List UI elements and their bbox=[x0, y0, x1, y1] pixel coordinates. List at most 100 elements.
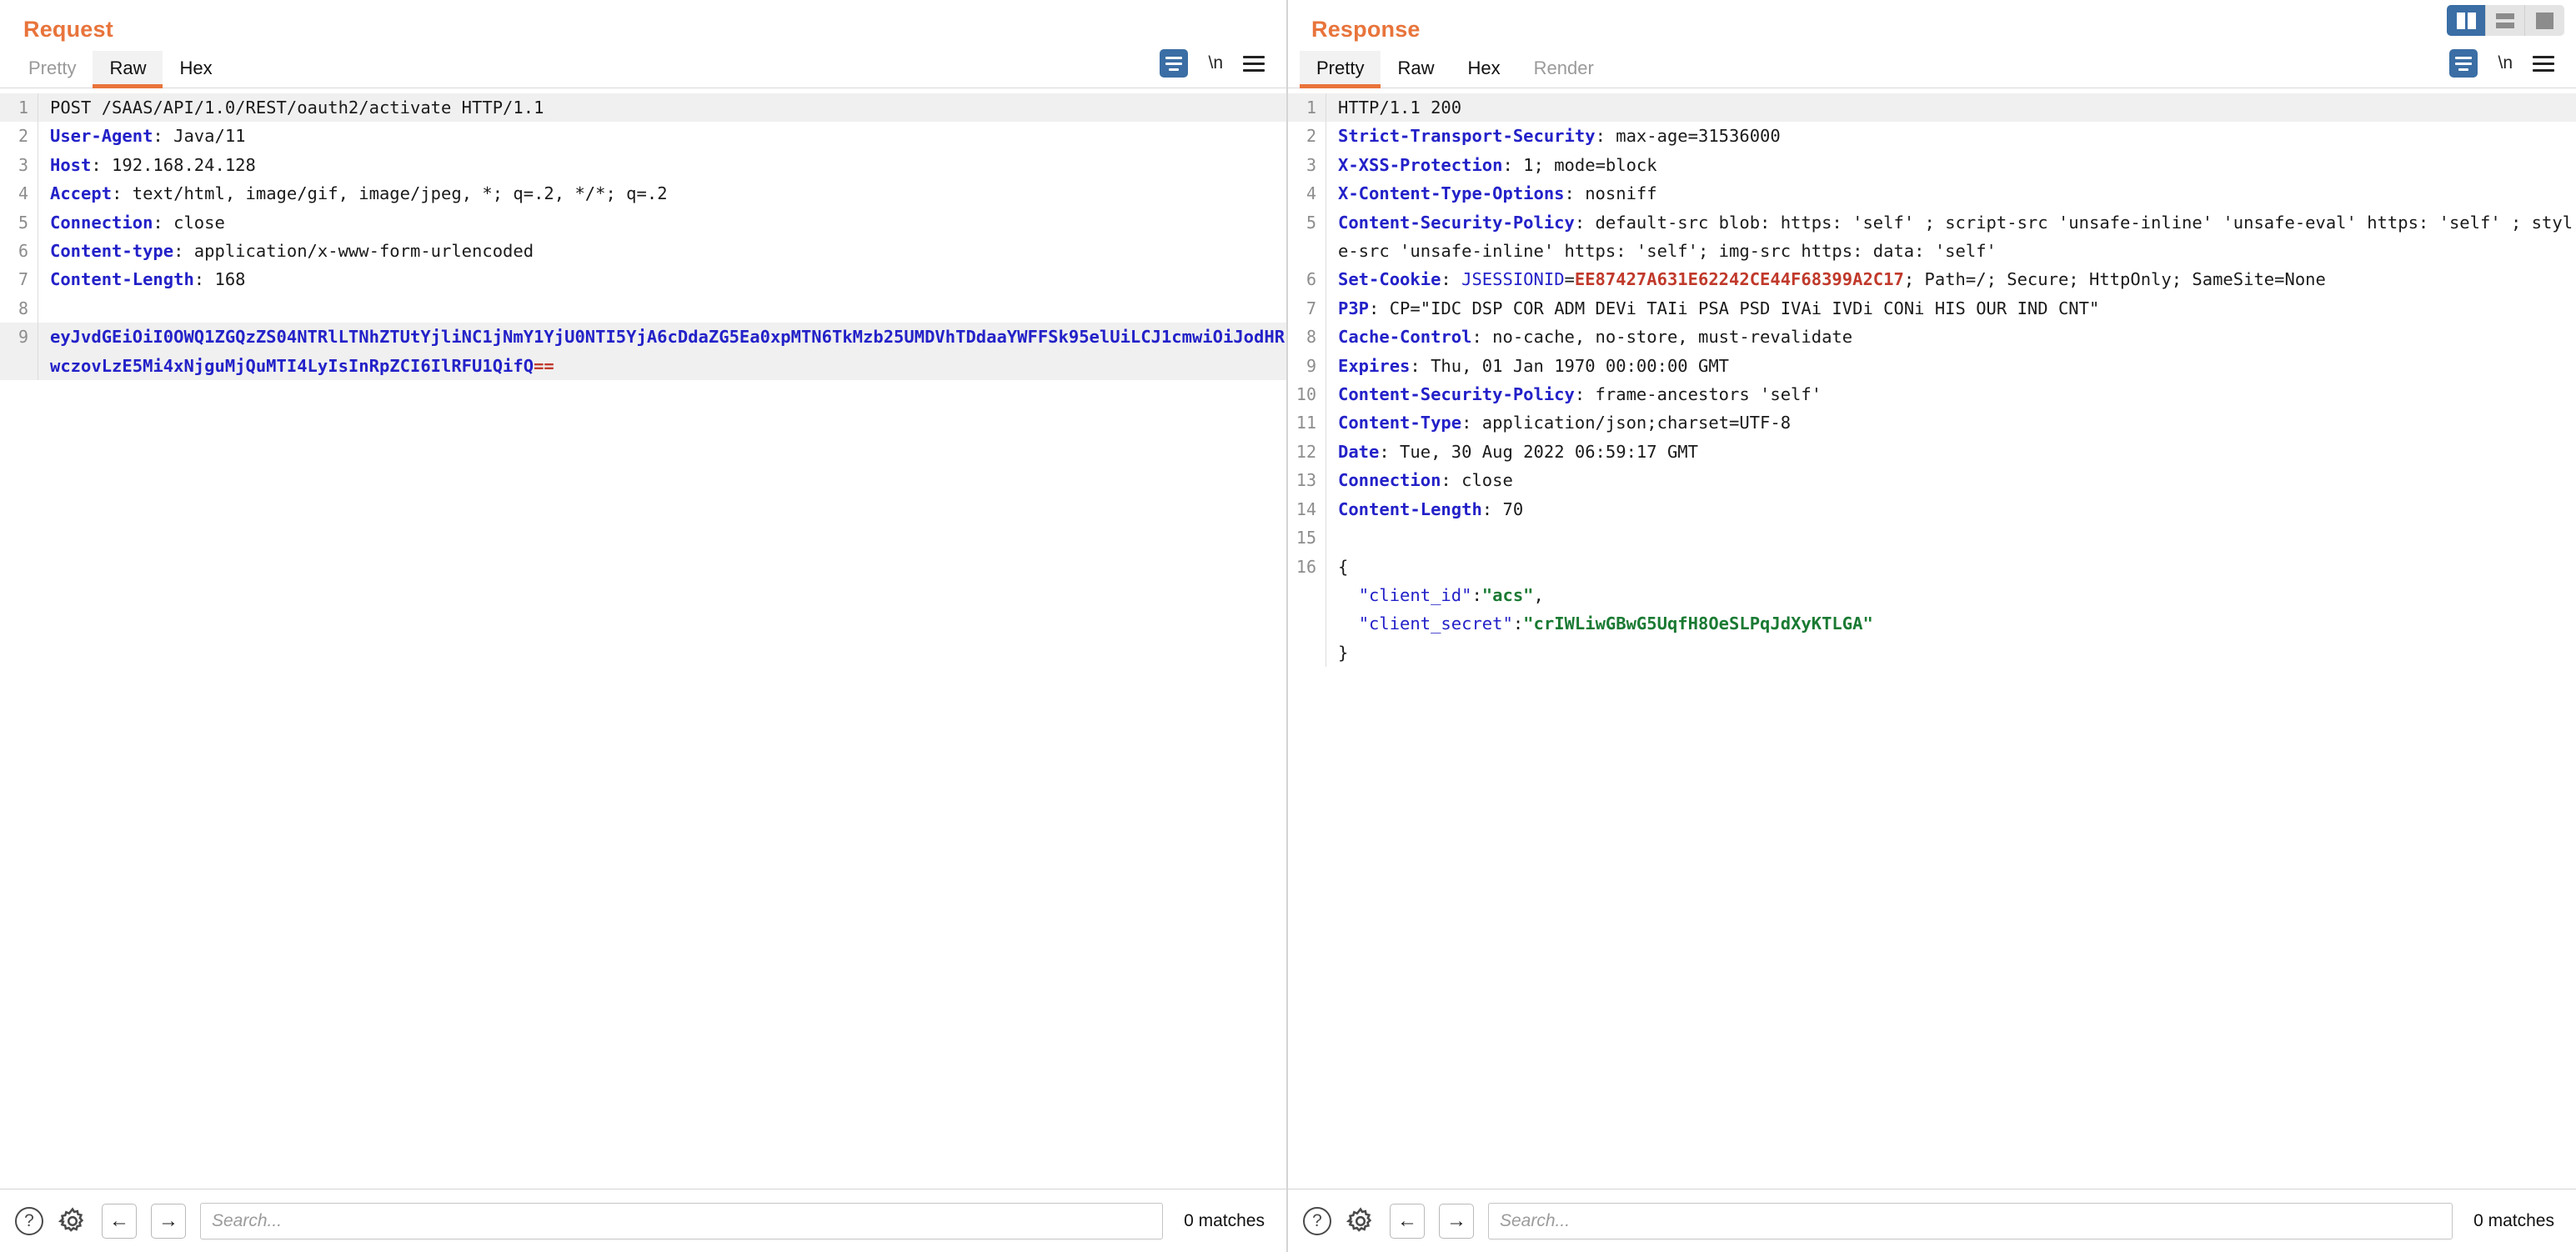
code-line: 14 Content-Length: 70 bbox=[1288, 494, 2576, 524]
code-line-text: Connection: close bbox=[1338, 470, 1513, 491]
code-line: "client_secret":"crIWLiwGBwG5UqfH8OeSLPq… bbox=[1288, 609, 2576, 639]
code-line-text: Host: 192.168.24.128 bbox=[50, 154, 256, 175]
code-line: 2 Strict-Transport-Security: max-age=3153… bbox=[1288, 122, 2576, 151]
code-line-text: Accept: text/html, image/gif, image/jpeg… bbox=[50, 183, 668, 204]
line-number: 8 bbox=[0, 293, 38, 323]
line-number: 2 bbox=[1288, 122, 1326, 151]
code-line: 3 Host: 192.168.24.128 bbox=[0, 150, 1286, 180]
code-line: 11 Content-Type: application/json;charset… bbox=[1288, 408, 2576, 438]
arrow-left-icon[interactable]: ← bbox=[102, 1203, 137, 1239]
arrow-right-icon[interactable]: → bbox=[1439, 1203, 1474, 1239]
http-message-viewer: Request Pretty Raw Hex \n 1 POST /SAAS/AP… bbox=[0, 0, 2576, 1252]
request-search-bar: ? ← → 0 matches bbox=[0, 1189, 1286, 1252]
arrow-right-icon[interactable]: → bbox=[151, 1203, 186, 1239]
response-panel: Response Pretty Raw Hex Render \n 1 HTTP/… bbox=[1288, 0, 2576, 1252]
code-line-text: Content-type: application/x-www-form-url… bbox=[50, 241, 534, 262]
code-line: 16 { bbox=[1288, 552, 2576, 581]
match-count: 0 matches bbox=[2473, 1210, 2554, 1230]
code-line-text: { bbox=[1338, 556, 1349, 577]
layout-single-pane-button[interactable] bbox=[2525, 5, 2564, 36]
code-line: 9 eyJvdGEiOiI0OWQ1ZGQzZS04NTRlLTNhZTUtYjl… bbox=[0, 323, 1286, 381]
tab-response-pretty[interactable]: Pretty bbox=[1300, 51, 1381, 88]
gear-icon[interactable] bbox=[1346, 1206, 1376, 1236]
response-panel-title: Response bbox=[1311, 17, 1421, 42]
line-number bbox=[1288, 609, 1326, 639]
question-mark-icon[interactable]: ? bbox=[1303, 1206, 1331, 1235]
line-number: 1 bbox=[0, 93, 38, 123]
search-input[interactable] bbox=[1488, 1202, 2453, 1239]
line-number: 16 bbox=[1288, 552, 1326, 581]
arrow-left-icon[interactable]: ← bbox=[1390, 1203, 1425, 1239]
line-number: 15 bbox=[1288, 523, 1326, 553]
code-line-text: P3P: CP="IDC DSP COR ADM DEVi TAIi PSA P… bbox=[1338, 298, 2100, 318]
code-line: 12 Date: Tue, 30 Aug 2022 06:59:17 GMT bbox=[1288, 437, 2576, 467]
code-line-text: Set-Cookie: JSESSIONID=EE87427A631E62242… bbox=[1338, 269, 2326, 290]
layout-split-horizontal-button[interactable] bbox=[2486, 5, 2525, 36]
tab-response-render[interactable]: Render bbox=[1517, 51, 1611, 88]
response-code-view[interactable]: 1 HTTP/1.1 200 2 Strict-Transport-Security:… bbox=[1288, 88, 2576, 1189]
response-tab-actions: \n bbox=[2449, 49, 2576, 88]
line-number: 9 bbox=[0, 323, 38, 381]
search-input[interactable] bbox=[200, 1202, 1164, 1239]
request-panel-title: Request bbox=[23, 17, 113, 42]
code-line: 4 X-Content-Type-Options: nosniff bbox=[1288, 179, 2576, 208]
line-number: 14 bbox=[1288, 494, 1326, 524]
layout-toggle-group bbox=[2447, 5, 2564, 36]
code-line-text: } bbox=[1338, 642, 1349, 663]
response-tabbar: Pretty Raw Hex Render \n bbox=[1288, 43, 2576, 88]
code-line-text: Connection: close bbox=[50, 212, 225, 233]
request-tabbar: Pretty Raw Hex \n bbox=[0, 43, 1286, 88]
response-search-bar: ? ← → 0 matches bbox=[1288, 1189, 2576, 1252]
layout-split-vertical-button[interactable] bbox=[2447, 5, 2486, 36]
code-line: "client_id":"acs", bbox=[1288, 580, 2576, 610]
code-line: 3 X-XSS-Protection: 1; mode=block bbox=[1288, 150, 2576, 180]
code-line: 15 bbox=[1288, 523, 2576, 553]
code-line: } bbox=[1288, 638, 2576, 668]
code-line-text: "client_secret":"crIWLiwGBwG5UqfH8OeSLPq… bbox=[1358, 613, 1873, 634]
code-line-text: Content-Length: 70 bbox=[1338, 498, 1524, 519]
newline-toggle[interactable]: \n bbox=[2498, 53, 2513, 73]
gear-icon[interactable] bbox=[58, 1206, 88, 1236]
word-wrap-icon[interactable] bbox=[1160, 49, 1189, 78]
code-line-text: HTTP/1.1 200 bbox=[1338, 98, 1462, 118]
newline-toggle[interactable]: \n bbox=[1208, 53, 1223, 73]
tab-response-raw[interactable]: Raw bbox=[1381, 51, 1451, 88]
request-tab-actions: \n bbox=[1160, 49, 1286, 88]
tab-response-hex[interactable]: Hex bbox=[1451, 51, 1516, 88]
code-line: 5 Content-Security-Policy: default-src bl… bbox=[1288, 208, 2576, 266]
code-line-text: Date: Tue, 30 Aug 2022 06:59:17 GMT bbox=[1338, 441, 1698, 462]
code-line: 2 User-Agent: Java/11 bbox=[0, 122, 1286, 151]
code-line-text: Content-Security-Policy: default-src blo… bbox=[1338, 212, 2573, 262]
code-line-text: "client_id":"acs", bbox=[1358, 584, 1544, 605]
code-line: 9 Expires: Thu, 01 Jan 1970 00:00:00 GMT bbox=[1288, 351, 2576, 381]
word-wrap-icon[interactable] bbox=[2449, 49, 2478, 78]
question-mark-icon[interactable]: ? bbox=[15, 1206, 43, 1235]
tab-request-hex[interactable]: Hex bbox=[163, 51, 228, 88]
line-number bbox=[1288, 638, 1326, 668]
code-line-text: POST /SAAS/API/1.0/REST/oauth2/activate … bbox=[50, 98, 544, 118]
tab-request-pretty[interactable]: Pretty bbox=[12, 51, 93, 88]
code-line-text: Expires: Thu, 01 Jan 1970 00:00:00 GMT bbox=[1338, 355, 1730, 376]
line-number: 4 bbox=[0, 179, 38, 208]
code-line-text: X-Content-Type-Options: nosniff bbox=[1338, 183, 1657, 204]
tab-request-raw[interactable]: Raw bbox=[93, 51, 163, 88]
code-line-text: eyJvdGEiOiI0OWQ1ZGQzZS04NTRlLTNhZTUtYjli… bbox=[50, 327, 1285, 376]
code-line-text: Cache-Control: no-cache, no-store, must-… bbox=[1338, 327, 1853, 348]
code-line-text: X-XSS-Protection: 1; mode=block bbox=[1338, 154, 1657, 175]
code-line-text: Content-Security-Policy: frame-ancestors… bbox=[1338, 384, 1822, 405]
code-line: 6 Set-Cookie: JSESSIONID=EE87427A631E6224… bbox=[1288, 265, 2576, 294]
line-number: 7 bbox=[0, 265, 38, 294]
line-number: 8 bbox=[1288, 323, 1326, 352]
line-number: 3 bbox=[0, 150, 38, 180]
code-line: 5 Connection: close bbox=[0, 208, 1286, 238]
line-number: 5 bbox=[1288, 208, 1326, 266]
line-number: 6 bbox=[1288, 265, 1326, 294]
hamburger-menu-icon[interactable] bbox=[2533, 55, 2554, 72]
code-line: 8 Cache-Control: no-cache, no-store, must… bbox=[1288, 323, 2576, 352]
line-number: 7 bbox=[1288, 293, 1326, 323]
line-number: 13 bbox=[1288, 466, 1326, 495]
request-code-view[interactable]: 1 POST /SAAS/API/1.0/REST/oauth2/activate… bbox=[0, 88, 1286, 1189]
line-number: 6 bbox=[0, 237, 38, 266]
code-line: 6 Content-type: application/x-www-form-ur… bbox=[0, 237, 1286, 266]
hamburger-menu-icon[interactable] bbox=[1243, 55, 1265, 72]
